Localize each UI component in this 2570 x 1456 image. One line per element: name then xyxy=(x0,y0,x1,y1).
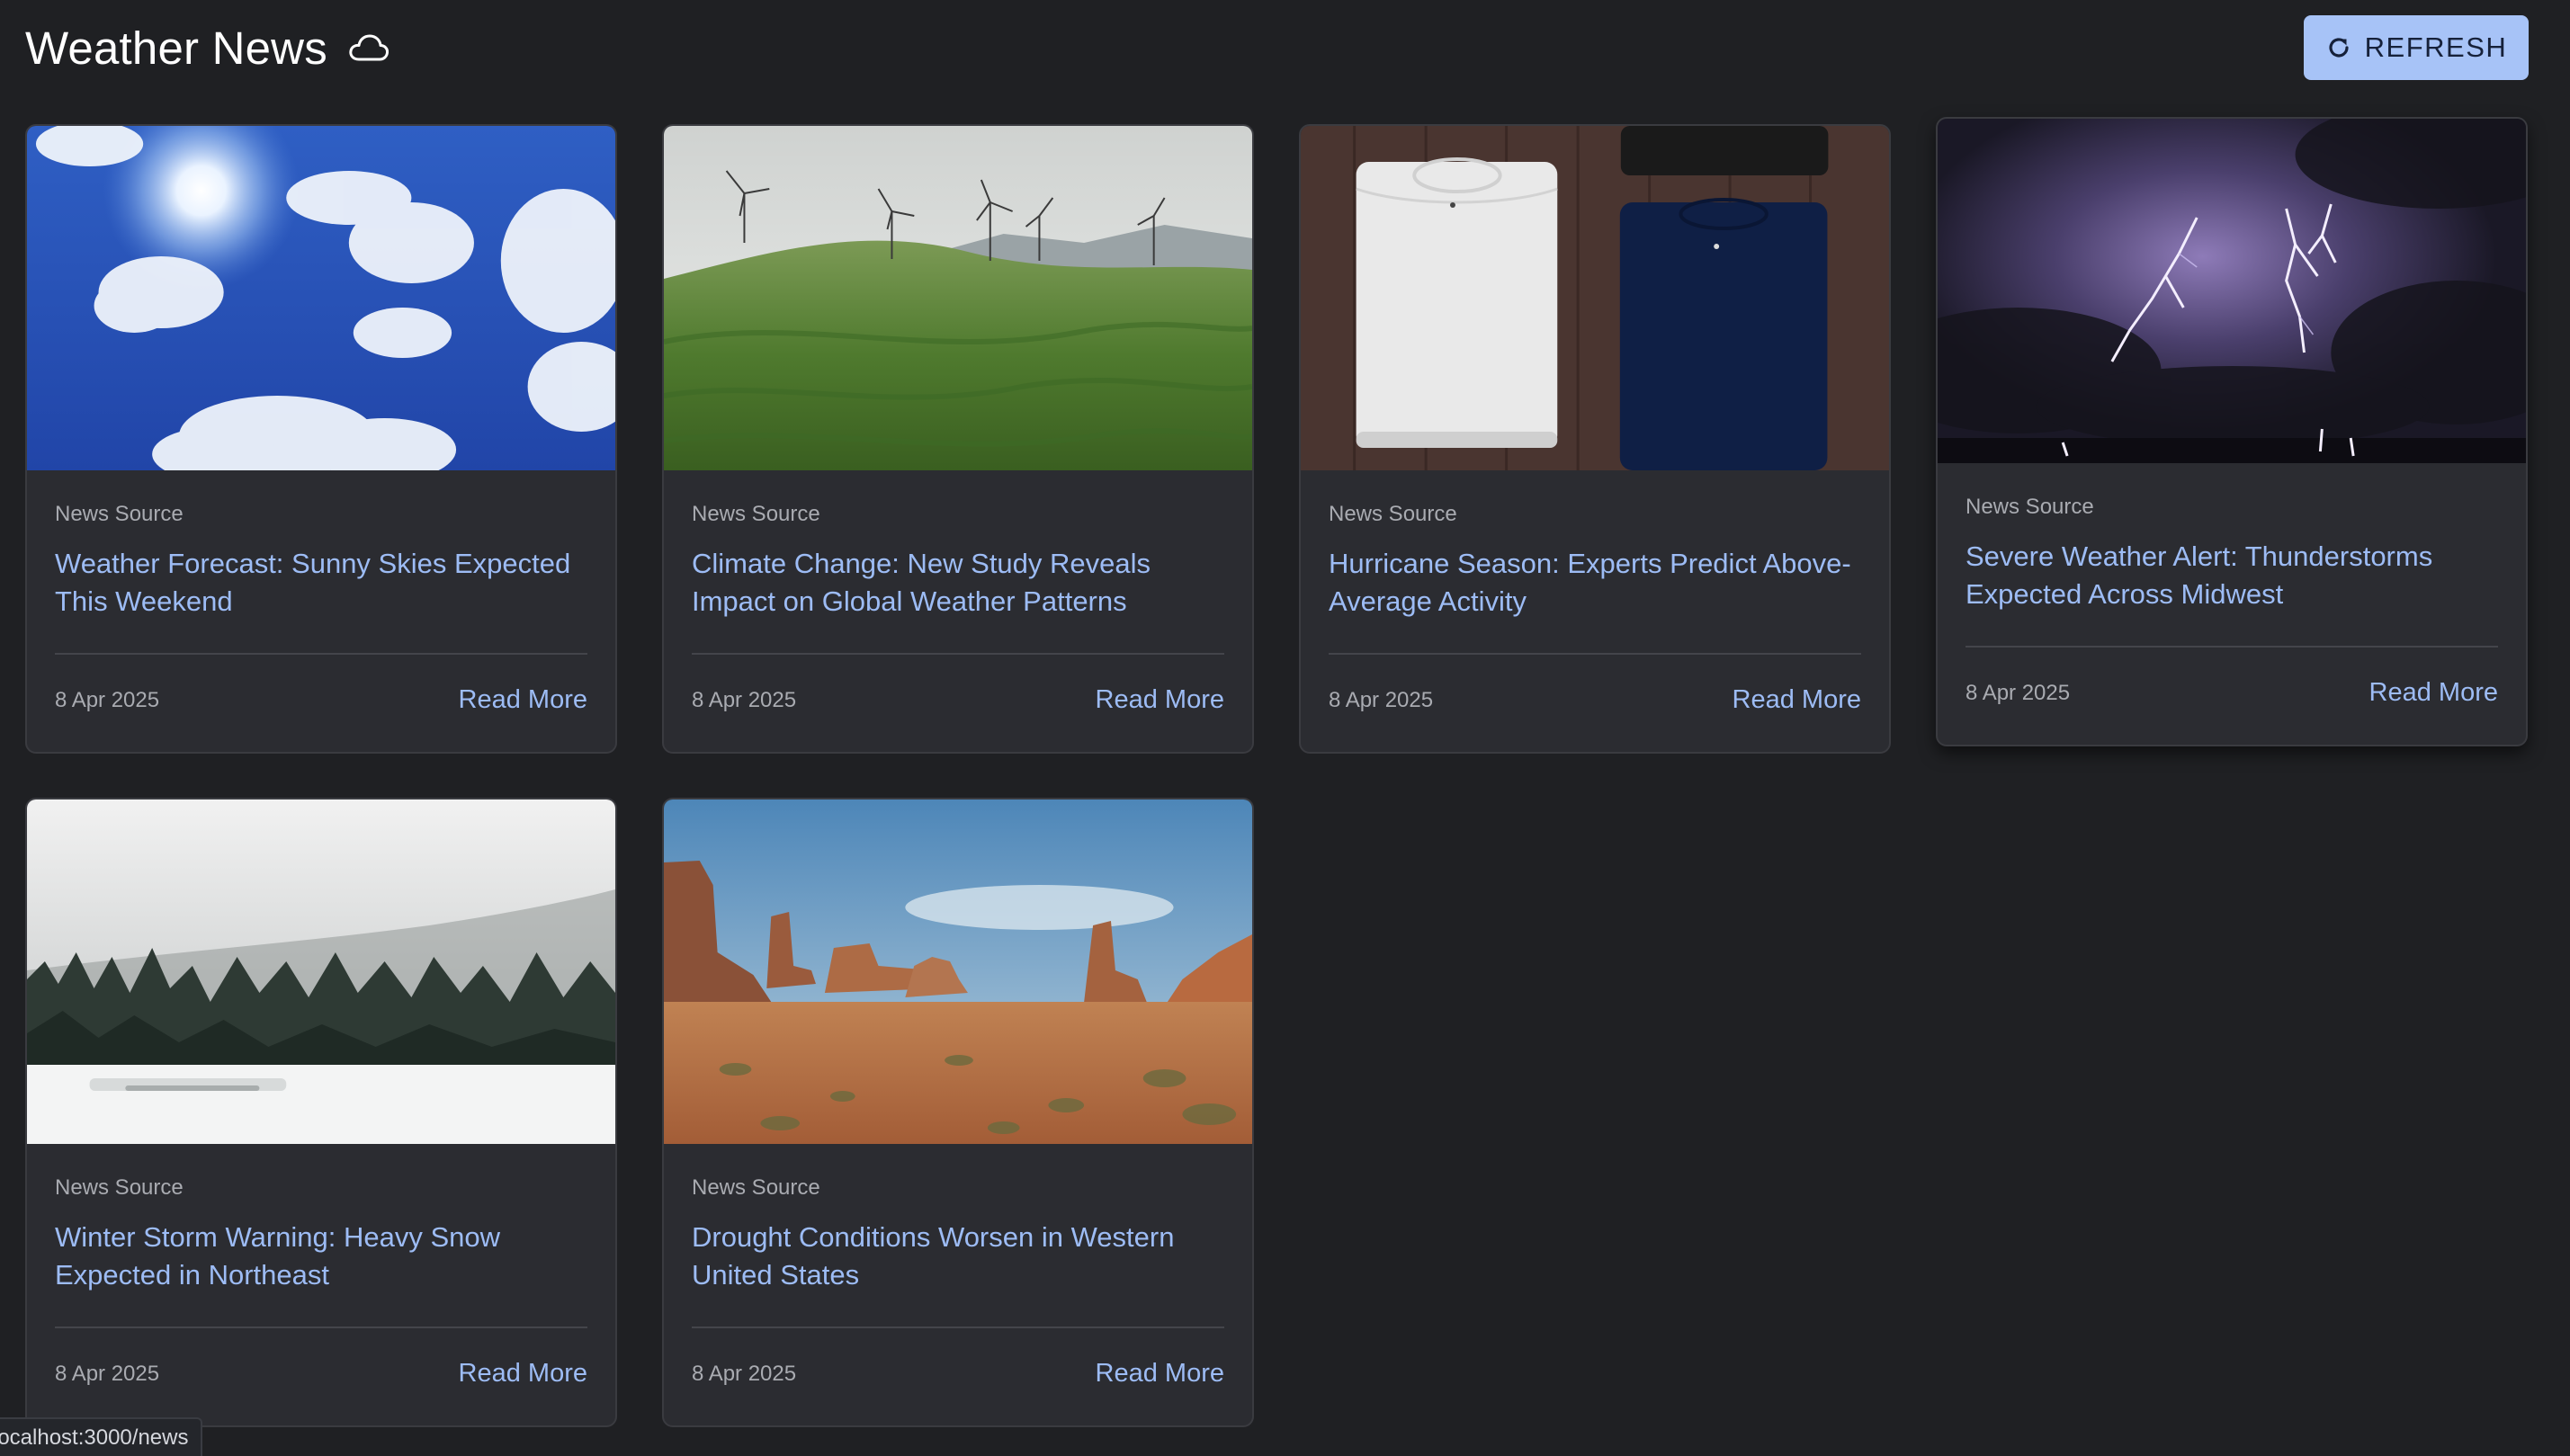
card-divider xyxy=(692,653,1224,655)
status-bar-url: localhost:3000/news xyxy=(0,1417,203,1456)
news-card[interactable]: News Source Hurricane Season: Experts Pr… xyxy=(1299,124,1891,754)
card-divider xyxy=(55,653,587,655)
card-source: News Source xyxy=(692,502,820,526)
card-date: 8 Apr 2025 xyxy=(55,1361,160,1386)
read-more-link[interactable]: Read More xyxy=(1733,685,1861,715)
refresh-label: REFRESH xyxy=(2364,31,2508,63)
card-source: News Source xyxy=(55,502,184,526)
card-title-link[interactable]: Drought Conditions Worsen in Western Uni… xyxy=(692,1219,1224,1294)
card-divider xyxy=(1329,653,1861,655)
folded-tshirts-image[interactable] xyxy=(1301,126,1889,470)
card-date: 8 Apr 2025 xyxy=(1966,680,2071,705)
desert-canyon-image[interactable] xyxy=(664,799,1252,1144)
card-date: 8 Apr 2025 xyxy=(1329,687,1434,712)
page-title: Weather News xyxy=(25,22,327,74)
read-more-link[interactable]: Read More xyxy=(459,1359,587,1389)
card-source: News Source xyxy=(692,1175,820,1200)
refresh-icon xyxy=(2325,34,2352,61)
card-divider xyxy=(692,1326,1224,1328)
card-source: News Source xyxy=(55,1175,184,1200)
read-more-link[interactable]: Read More xyxy=(1096,685,1224,715)
card-date: 8 Apr 2025 xyxy=(55,687,160,712)
card-title-link[interactable]: Hurricane Season: Experts Predict Above-… xyxy=(1329,545,1861,621)
card-title-link[interactable]: Winter Storm Warning: Heavy Snow Expecte… xyxy=(55,1219,587,1294)
refresh-button[interactable]: REFRESH xyxy=(2304,15,2529,80)
news-card[interactable]: News Source Weather Forecast: Sunny Skie… xyxy=(25,124,617,754)
card-title-link[interactable]: Weather Forecast: Sunny Skies Expected T… xyxy=(55,545,587,621)
card-date: 8 Apr 2025 xyxy=(692,1361,797,1386)
read-more-link[interactable]: Read More xyxy=(459,685,587,715)
snowy-forest-image[interactable] xyxy=(27,799,615,1144)
news-card[interactable]: News Source Winter Storm Warning: Heavy … xyxy=(25,798,617,1427)
cloud-icon xyxy=(347,31,390,64)
read-more-link[interactable]: Read More xyxy=(2369,678,2498,708)
card-title-link[interactable]: Climate Change: New Study Reveals Impact… xyxy=(692,545,1224,621)
card-source: News Source xyxy=(1329,502,1457,526)
card-divider xyxy=(1966,646,2498,648)
card-divider xyxy=(55,1326,587,1328)
card-source: News Source xyxy=(1966,495,2094,519)
wind-turbines-hills-image[interactable] xyxy=(664,126,1252,470)
news-card[interactable]: News Source Drought Conditions Worsen in… xyxy=(662,798,1254,1427)
news-card[interactable]: News Source Climate Change: New Study Re… xyxy=(662,124,1254,754)
lightning-storm-image[interactable] xyxy=(1938,119,2526,463)
card-title-link[interactable]: Severe Weather Alert: Thunderstorms Expe… xyxy=(1966,538,2498,613)
news-card[interactable]: News Source Severe Weather Alert: Thunde… xyxy=(1936,117,2528,746)
card-date: 8 Apr 2025 xyxy=(692,687,797,712)
read-more-link[interactable]: Read More xyxy=(1096,1359,1224,1389)
app-header: Weather News xyxy=(25,16,390,79)
sunny-sky-image[interactable] xyxy=(27,126,615,470)
